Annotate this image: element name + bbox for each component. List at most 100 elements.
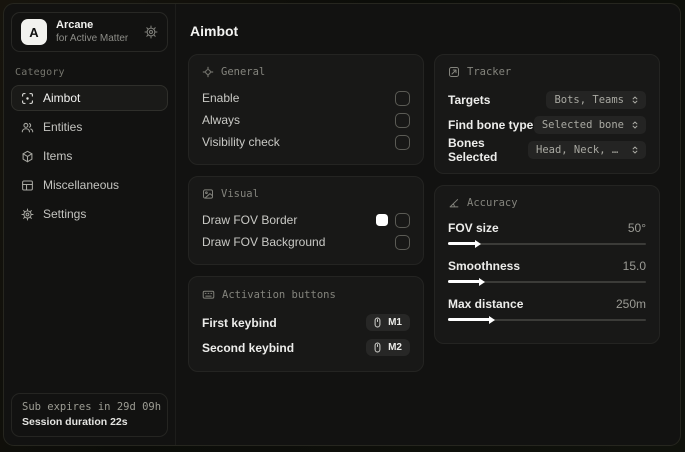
gear-icon[interactable] <box>144 25 158 39</box>
setting-row-visibility-check: Visibility check <box>202 131 410 153</box>
setting-label: Second keybind <box>202 340 295 355</box>
card-title: General <box>221 66 266 78</box>
setting-label: Enable <box>202 91 240 105</box>
always-checkbox[interactable] <box>395 112 410 128</box>
app-title-block: Arcane for Active Matter <box>56 19 135 45</box>
draw-fov-border-checkbox[interactable] <box>395 212 410 228</box>
sidebar-nav: Aimbot Entities Items Miscellaneous Sett… <box>11 85 168 227</box>
fov-size-slider[interactable] <box>448 242 646 245</box>
chevrons-up-down-icon <box>630 145 640 155</box>
find-bone-type-select[interactable]: Selected bone <box>533 115 646 134</box>
setting-label: Draw FOV Border <box>202 213 298 227</box>
first-keybind-button[interactable]: M1 <box>366 314 410 331</box>
setting-row-enable: Enable <box>202 87 410 109</box>
sidebar-item-settings[interactable]: Settings <box>11 201 168 227</box>
app-window: A Arcane for Active Matter Category Aimb… <box>3 3 681 446</box>
mouse-icon <box>372 317 383 328</box>
radar-icon <box>448 66 460 78</box>
sidebar-item-entities[interactable]: Entities <box>11 114 168 140</box>
sidebar-item-label: Miscellaneous <box>43 178 120 193</box>
max-distance-slider[interactable] <box>448 318 646 321</box>
slider-group-max-distance: Max distance 250m <box>448 294 646 321</box>
page-title: Aimbot <box>190 23 239 39</box>
app-logo: A <box>21 19 47 46</box>
setting-row-second-keybind: Second keybind M2 <box>202 335 410 360</box>
enable-checkbox[interactable] <box>395 90 410 106</box>
app-name: Arcane <box>56 19 94 31</box>
slider-value: 250m <box>615 297 646 311</box>
second-keybind-button[interactable]: M2 <box>366 339 410 356</box>
gear-icon <box>21 208 34 221</box>
card-accuracy: Accuracy FOV size 50° Smoothness 15.0 Ma… <box>434 185 660 344</box>
crosshair-icon <box>202 66 214 78</box>
setting-row-draw-fov-background: Draw FOV Background <box>202 231 410 253</box>
smoothness-slider[interactable] <box>448 280 646 283</box>
sidebar: A Arcane for Active Matter Category Aimb… <box>4 4 176 445</box>
visibility-check-checkbox[interactable] <box>395 134 410 150</box>
setting-label: Find bone type <box>448 117 534 132</box>
sidebar-item-label: Entities <box>43 120 83 135</box>
session-info-box: Sub expires in 29d 09h Session duration … <box>11 393 168 437</box>
card-title: Visual <box>221 188 259 200</box>
setting-row-targets: Targets Bots, Teams <box>448 87 646 112</box>
card-general: General Enable Always Visibility check <box>188 54 424 165</box>
keyboard-icon <box>202 288 215 301</box>
setting-row-always: Always <box>202 109 410 131</box>
slider-fill[interactable] <box>448 318 490 321</box>
sidebar-item-items[interactable]: Items <box>11 143 168 169</box>
session-duration-text: Session duration 22s <box>22 416 128 428</box>
slider-value: 50° <box>627 221 646 235</box>
keybind-value: M2 <box>388 342 402 353</box>
card-visual: Visual Draw FOV Border Draw FOV Backgrou… <box>188 176 424 265</box>
slider-group-smoothness: Smoothness 15.0 <box>448 256 646 283</box>
main-content: Aimbot General Enable Always Visibility … <box>176 4 680 445</box>
sidebar-item-label: Items <box>43 149 73 164</box>
chevrons-up-down-icon <box>630 120 640 130</box>
card-title: Activation buttons <box>222 288 336 301</box>
app-header: A Arcane for Active Matter <box>11 12 168 53</box>
chevrons-up-down-icon <box>630 95 640 105</box>
sidebar-item-miscellaneous[interactable]: Miscellaneous <box>11 172 168 198</box>
select-value: Selected bone <box>541 118 624 131</box>
setting-label: Visibility check <box>202 135 280 149</box>
users-icon <box>21 121 34 134</box>
setting-label: First keybind <box>202 315 277 330</box>
slider-value: 15.0 <box>622 259 646 273</box>
card-activation-buttons: Activation buttons First keybind M1 Seco… <box>188 276 424 372</box>
draw-fov-background-checkbox[interactable] <box>395 234 410 250</box>
slider-group-fov-size: FOV size 50° <box>448 218 646 245</box>
sidebar-item-label: Settings <box>43 207 87 222</box>
bones-selected-select[interactable]: Head, Neck, Body, Pe.. <box>528 140 646 159</box>
sidebar-item-aimbot[interactable]: Aimbot <box>11 85 168 112</box>
setting-row-bones-selected: Bones Selected Head, Neck, Body, Pe.. <box>448 135 646 164</box>
cube-icon <box>21 150 34 163</box>
card-title: Accuracy <box>467 197 518 209</box>
slider-label: FOV size <box>448 221 499 235</box>
setting-label: Bones Selected <box>448 135 498 164</box>
app-subtitle: for Active Matter <box>56 32 129 44</box>
setting-row-find-bone-type: Find bone type Selected bone <box>448 112 646 137</box>
mouse-icon <box>372 342 383 353</box>
category-label: Category <box>15 67 65 79</box>
targets-select[interactable]: Bots, Teams <box>546 90 646 109</box>
sub-expires-text: Sub expires in 29d 09h <box>22 401 162 413</box>
card-title: Tracker <box>467 66 512 78</box>
setting-label: Draw FOV Background <box>202 235 326 249</box>
slider-label: Max distance <box>448 297 524 311</box>
card-tracker: Tracker Targets Bots, Teams Find bone ty… <box>434 54 660 174</box>
setting-label: Always <box>202 113 241 127</box>
keybind-value: M1 <box>388 317 402 328</box>
sidebar-item-label: Aimbot <box>43 91 81 106</box>
scan-icon <box>21 92 34 105</box>
slider-fill[interactable] <box>448 280 480 283</box>
image-icon <box>202 188 214 200</box>
select-value: Head, Neck, Body, Pe.. <box>536 143 624 156</box>
angle-icon <box>448 197 460 209</box>
slider-label: Smoothness <box>448 259 521 273</box>
setting-label: Targets <box>448 92 491 107</box>
panels-icon <box>21 179 34 192</box>
color-swatch[interactable] <box>376 214 388 226</box>
slider-fill[interactable] <box>448 242 476 245</box>
select-value: Bots, Teams <box>554 93 624 106</box>
setting-row-first-keybind: First keybind M1 <box>202 310 410 335</box>
